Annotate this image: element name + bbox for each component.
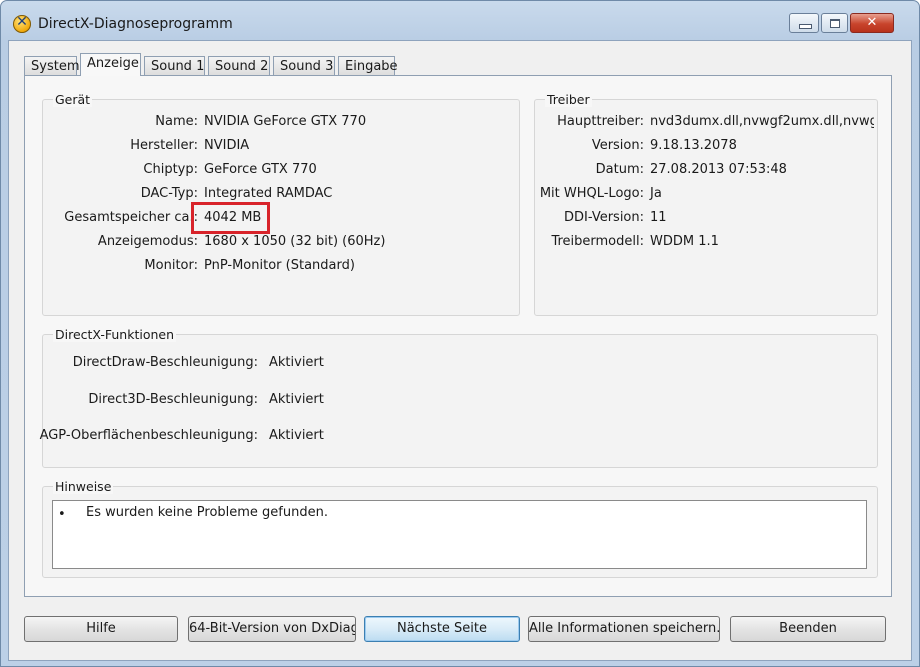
help-button[interactable]: Hilfe [24,616,178,642]
device-row-monitor: Monitor: PnP-Monitor (Standard) [42,258,520,276]
feature-value: Aktiviert [269,392,324,407]
tab-sound-1[interactable]: Sound 1 [144,56,205,76]
device-label: Monitor: [144,258,198,273]
feature-row-directdraw: DirectDraw-Beschleunigung: Aktiviert [42,355,878,373]
tab-eingabe[interactable]: Eingabe [338,56,398,76]
device-row-manufacturer: Hersteller: NVIDIA [42,138,520,156]
device-label: DAC-Typ: [140,186,198,201]
feature-value: Aktiviert [269,428,324,443]
driver-label: DDI-Version: [564,210,644,225]
feature-label: Direct3D-Beschleunigung: [88,392,258,407]
feature-label: AGP-Oberflächenbeschleunigung: [39,428,258,443]
save-all-info-button[interactable]: Alle Informationen speichern... [528,616,720,642]
device-row-display-mode: Anzeigemodus: 1680 x 1050 (32 bit) (60Hz… [42,234,520,252]
device-label: Anzeigemodus: [97,234,198,249]
device-row-chiptype: Chiptyp: GeForce GTX 770 [42,162,520,180]
tab-sound-3[interactable]: Sound 3 [273,56,335,76]
minimize-button[interactable] [789,13,819,33]
driver-label: Treibermodell: [551,234,644,249]
feature-row-agp: AGP-Oberflächenbeschleunigung: Aktiviert [39,428,878,446]
device-row-memory: Gesamtspeicher ca.: 4042 MB [42,210,520,228]
window-title: DirectX-Diagnoseprogramm [38,16,233,32]
driver-row-date: Datum: 27.08.2013 07:53:48 [534,162,874,180]
driver-row-model: Treibermodell: WDDM 1.1 [534,234,874,252]
device-label: Name: [155,114,198,129]
driver-value: WDDM 1.1 [650,234,719,249]
tab-anzeige[interactable]: Anzeige [80,53,141,76]
driver-label: Mit WHQL-Logo: [539,186,644,201]
driver-label: Haupttreiber: [557,114,644,129]
note-item: Es wurden keine Probleme gefunden. [86,505,328,520]
device-value: 1680 x 1050 (32 bit) (60Hz) [204,234,386,249]
tab-system[interactable]: System [24,56,79,76]
feature-value: Aktiviert [269,355,324,370]
bullet-icon: • [58,507,66,522]
features-group-title: DirectX-Funktionen [53,327,177,342]
64bit-version-button[interactable]: 64-Bit-Version von DxDiag [188,616,356,642]
driver-value: 27.08.2013 07:53:48 [650,162,787,177]
driver-label: Version: [591,138,644,153]
tab-sound-2[interactable]: Sound 2 [208,56,270,76]
driver-row-whql: Mit WHQL-Logo: Ja [534,186,874,204]
device-value: NVIDIA [204,138,250,153]
driver-group-title: Treiber [545,92,592,107]
close-button[interactable] [850,13,894,33]
device-value: NVIDIA GeForce GTX 770 [204,114,367,129]
memory-highlight-box [191,202,270,234]
notes-group-title: Hinweise [53,479,114,494]
maximize-button[interactable] [821,13,848,33]
device-value: PnP-Monitor (Standard) [204,258,355,273]
driver-value: Ja [650,186,662,201]
title-bar[interactable]: DirectX-Diagnoseprogramm [1,1,919,41]
device-label: Hersteller: [130,138,198,153]
device-label: Chiptyp: [143,162,198,177]
device-value: Integrated RAMDAC [204,186,333,201]
device-value: GeForce GTX 770 [204,162,317,177]
driver-row-version: Version: 9.18.13.2078 [534,138,874,156]
device-label: Gesamtspeicher ca.: [64,210,198,225]
device-group-title: Gerät [53,92,93,107]
device-row-name: Name: NVIDIA GeForce GTX 770 [42,114,520,132]
notes-textbox[interactable]: • Es wurden keine Probleme gefunden. [52,500,867,569]
device-row-dac: DAC-Typ: Integrated RAMDAC [42,186,520,204]
feature-label: DirectDraw-Beschleunigung: [72,355,258,370]
driver-row-main: Haupttreiber: nvd3dumx.dll,nvwgf2umx.dll… [534,114,874,132]
next-page-button[interactable]: Nächste Seite [364,616,520,642]
driver-row-ddi: DDI-Version: 11 [534,210,874,228]
directx-icon [13,14,31,33]
driver-value: 11 [650,210,667,225]
driver-value: nvd3dumx.dll,nvwgf2umx.dll,nvwgf2 [650,114,874,129]
feature-row-direct3d: Direct3D-Beschleunigung: Aktiviert [42,392,878,410]
driver-value: 9.18.13.2078 [650,138,737,153]
driver-label: Datum: [595,162,644,177]
exit-button[interactable]: Beenden [730,616,886,642]
